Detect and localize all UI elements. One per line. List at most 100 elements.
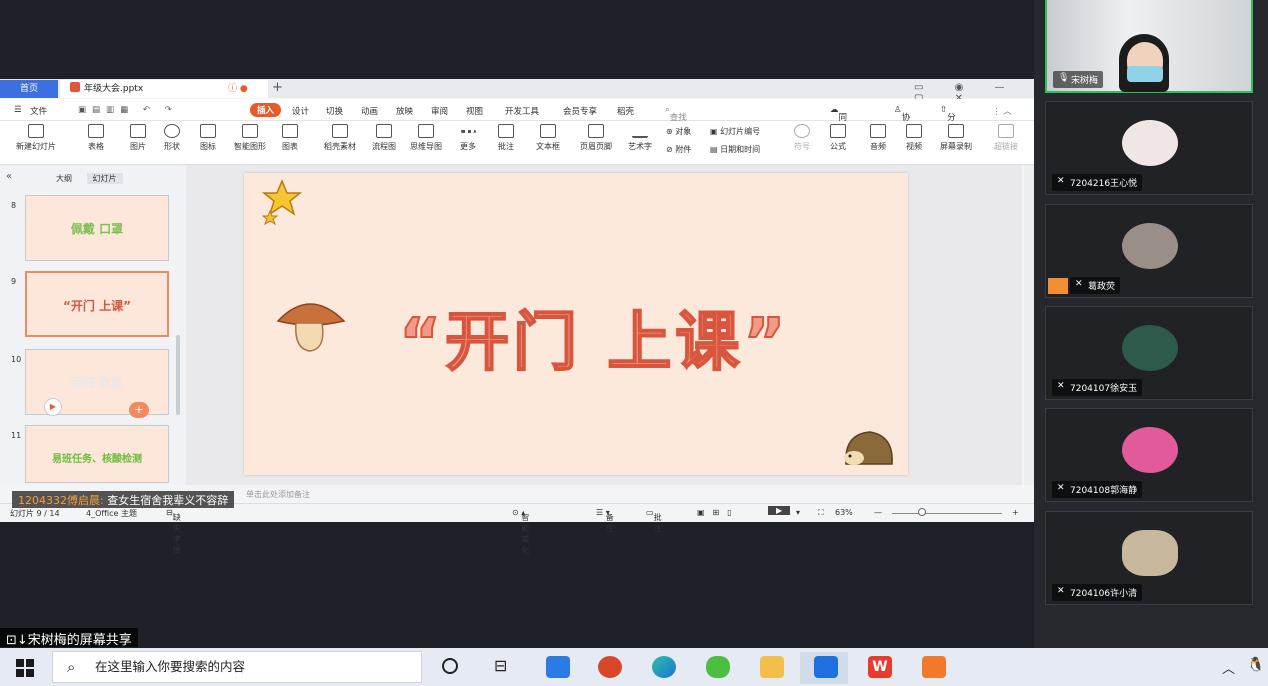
play-slideshow-button[interactable]: ▶ <box>768 506 791 515</box>
fit-window-icon[interactable]: ⛶ <box>818 508 824 518</box>
ribbon-icons[interactable]: 图标 <box>188 124 228 152</box>
powerpoint-app-icon[interactable] <box>598 656 622 678</box>
panel-scrollbar[interactable] <box>176 335 180 415</box>
task-view-icon[interactable]: ⊟ <box>494 656 507 675</box>
tab-outline[interactable]: 大纲 <box>56 174 72 183</box>
new-tab-icon[interactable]: + <box>272 80 283 95</box>
file-explorer-icon[interactable] <box>760 656 784 678</box>
quick-access-icons[interactable]: ▣▤▥▦ ↶ ↷ <box>78 105 178 115</box>
smartart-icon <box>242 124 258 138</box>
ribbon-header-footer[interactable]: 页眉页脚 <box>574 124 618 152</box>
edge-browser-icon[interactable] <box>652 656 676 678</box>
wechat-app-icon[interactable] <box>706 656 730 678</box>
tab-document[interactable]: 年级大会.pptx ⓘ ● <box>60 80 268 98</box>
wordart-icon <box>632 124 648 138</box>
slide-thumb[interactable]: 易班任务、核酸检测 <box>25 425 169 483</box>
zoom-out-icon[interactable]: — <box>874 508 882 517</box>
smart-beautify[interactable]: ⊙ 智能美化 ▴ <box>512 508 529 555</box>
ribbon-video[interactable]: 视频 <box>894 124 934 152</box>
qq-tray-icon[interactable]: 🐧 <box>1247 657 1264 673</box>
menu-animation[interactable]: 动画 <box>361 105 378 117</box>
menu-docer[interactable]: 稻壳 <box>617 105 634 117</box>
missing-font[interactable]: ⊟ 缺失字体 <box>166 508 181 555</box>
ribbon-textbox[interactable]: 文本框 <box>528 124 568 152</box>
cortana-icon[interactable] <box>442 658 458 674</box>
participant-tile[interactable]: ✕ 7204107徐安玉 <box>1045 306 1253 400</box>
participant-tile[interactable]: ✕ 葛政荧 <box>1045 204 1253 298</box>
menu-member[interactable]: 会员专享 <box>563 105 597 117</box>
ribbon-formula[interactable]: 公式 <box>818 124 858 152</box>
ribbon-screen-record[interactable]: 屏幕录制 <box>934 124 978 152</box>
ribbon-wordart[interactable]: 艺术字 <box>620 124 660 152</box>
taskbar-search[interactable]: ⌕ 在这里输入你要搜索的内容 <box>52 651 422 683</box>
ribbon-label: 页眉页脚 <box>580 142 612 151</box>
collapse-panel-icon[interactable]: « <box>6 171 12 182</box>
ribbon-flowchart[interactable]: 流程图 <box>364 124 404 152</box>
participant-tile[interactable]: ✕ 7204106许小清 <box>1045 511 1253 605</box>
collab-button[interactable]: ♙ 协作 <box>894 105 910 135</box>
wps-app-icon[interactable]: W <box>868 656 892 678</box>
menu-slideshow[interactable]: 放映 <box>396 105 413 117</box>
notes-toggle[interactable]: ☰ 备注 ▾ <box>596 508 614 533</box>
ribbon-smartart[interactable]: 智能图形 <box>228 124 272 152</box>
play-icon[interactable]: ▶ <box>44 398 62 416</box>
sync-status[interactable]: ☁ 同步异常 <box>830 105 847 159</box>
tab-home[interactable]: 首页 <box>0 80 58 98</box>
slide-thumb-selected[interactable]: “开门 上课” <box>25 271 169 337</box>
menu-bar: ☰ 文件 ▣▤▥▦ ↶ ↷ 插入 设计 切换 动画 放映 审阅 视图 开发工具 … <box>0 99 1034 171</box>
participant-name-label: 7204108郭海静 <box>1070 486 1138 496</box>
menu-design[interactable]: 设计 <box>292 105 309 117</box>
ribbon-slide-number[interactable]: ▣ 幻灯片编号 <box>710 126 760 137</box>
menu-view[interactable]: 视图 <box>466 105 483 117</box>
ribbon-chart[interactable]: 图表 <box>270 124 310 152</box>
ribbon-symbol[interactable]: 符号 <box>782 124 822 152</box>
view-mode-icons[interactable]: ▣⊞▯ <box>697 508 740 517</box>
ribbon-new-slide[interactable]: 新建幻灯片 <box>8 124 64 152</box>
ribbon-comment[interactable]: 批注 <box>486 124 526 152</box>
ribbon-mindmap[interactable]: 思维导图 <box>404 124 448 152</box>
comments-toggle[interactable]: ▭ 批注 <box>646 508 662 533</box>
face-mask <box>1127 66 1163 82</box>
menu-transition[interactable]: 切换 <box>326 105 343 117</box>
share-button[interactable]: ⇧ 分享 <box>940 105 956 135</box>
ribbon-docer-material[interactable]: 稻壳素材 <box>318 124 362 152</box>
menu-review[interactable]: 审阅 <box>431 105 448 117</box>
mail-app-icon[interactable] <box>546 656 570 678</box>
participant-tile[interactable]: ✕ 7204216王心悦 <box>1045 101 1253 195</box>
ribbon-shape[interactable]: 形状 <box>152 124 192 152</box>
ribbon-audio[interactable]: 音频 <box>858 124 898 152</box>
slide-thumb[interactable]: 回归 教室 ▶ + <box>25 349 169 418</box>
ribbon-hyperlink[interactable]: 超链接 <box>986 124 1026 152</box>
notes-area[interactable]: 单击此处添加备注 <box>186 487 1022 501</box>
dropdown-icon[interactable]: ▾ <box>796 508 800 517</box>
screen-share-text: 宋树梅的屏幕共享 <box>27 633 132 648</box>
zoom-slider[interactable] <box>892 513 1002 514</box>
participant-tile[interactable]: ✕ 7204108郭海静 <box>1045 408 1253 502</box>
ribbon-table[interactable]: 表格 <box>76 124 116 152</box>
tray-chevron-icon[interactable]: ︿ <box>1222 658 1235 677</box>
menu-file[interactable]: 文件 <box>30 105 47 117</box>
avatar <box>1122 530 1178 576</box>
more-icon[interactable]: ⋮ ︿ <box>992 105 1012 117</box>
slide-title: “开门 上课” <box>398 305 790 381</box>
current-slide[interactable]: “开门 上课” <box>244 173 908 475</box>
hamburger-icon[interactable]: ☰ <box>14 105 22 115</box>
wps-slides-icon[interactable] <box>922 656 946 678</box>
zoom-in-icon[interactable]: + <box>1012 508 1019 517</box>
meeting-app-icon[interactable] <box>814 656 838 678</box>
participant-tile-active[interactable]: 🎙 宋树梅 <box>1045 0 1253 93</box>
ribbon-datetime[interactable]: ▤ 日期和时间 <box>710 144 760 155</box>
ribbon-more[interactable]: 更多 <box>448 124 488 152</box>
ribbon-object[interactable]: ⊛ 对象 <box>666 126 691 137</box>
ribbon-attachment[interactable]: ⊘ 附件 <box>666 144 691 155</box>
command-search[interactable]: ⌕ 查找命令、搜索模板 <box>665 105 687 171</box>
slide-thumb[interactable]: 佩戴 口罩 <box>25 195 169 261</box>
tab-slides[interactable]: 幻灯片 <box>86 173 123 184</box>
windows-start-icon[interactable] <box>16 659 34 677</box>
menu-developer[interactable]: 开发工具 <box>505 105 539 117</box>
ribbon-small-label: 附件 <box>675 145 692 154</box>
canvas-scrollbar[interactable] <box>1024 165 1034 485</box>
zoom-slider-thumb[interactable] <box>918 508 926 516</box>
add-slide-button[interactable]: + <box>129 402 149 418</box>
menu-insert[interactable]: 插入 <box>250 103 282 117</box>
